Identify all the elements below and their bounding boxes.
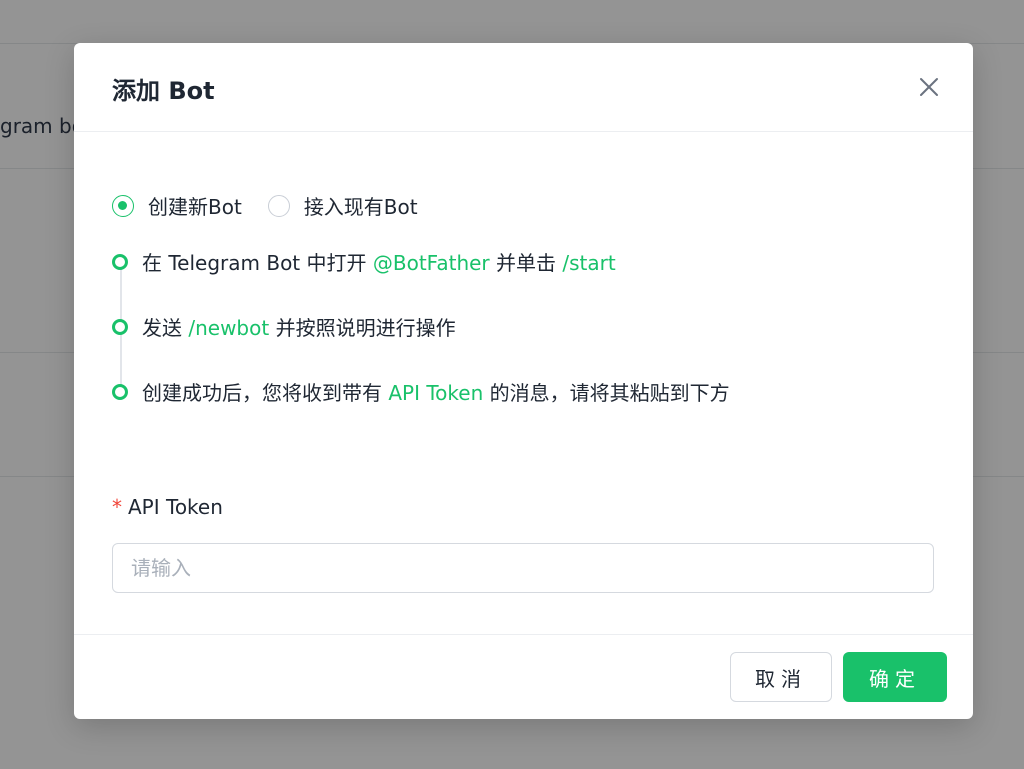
step-dot-icon xyxy=(112,253,128,270)
step-dot-icon xyxy=(112,318,128,335)
step-text: 发送 /newbot 并按照说明进行操作 xyxy=(142,312,456,341)
step-text-part: 在 Telegram Bot 中打开 xyxy=(142,251,373,275)
radio-label: 接入现有Bot xyxy=(303,195,418,219)
step-text: 在 Telegram Bot 中打开 @BotFather 并单击 /start xyxy=(142,247,616,276)
step-item: 在 Telegram Bot 中打开 @BotFather 并单击 /start xyxy=(112,247,616,276)
step-text-part: 的消息，请将其粘贴到下方 xyxy=(483,381,730,405)
radio-connect-existing-bot[interactable]: 接入现有Bot xyxy=(267,191,418,220)
api-token-input[interactable] xyxy=(112,543,934,593)
bot-mode-radio-group: 创建新Bot 接入现有Bot xyxy=(112,191,444,220)
step-text-part: 创建成功后，您将收到带有 xyxy=(142,381,389,405)
step-text-part: 并单击 xyxy=(489,251,563,275)
radio-checked-icon[interactable] xyxy=(112,194,134,217)
radio-unchecked-icon[interactable] xyxy=(267,194,290,217)
dialog-title: 添加 Bot xyxy=(112,77,215,105)
step-item: 创建成功后，您将收到带有 API Token 的消息，请将其粘贴到下方 xyxy=(112,377,730,406)
dialog-header: 添加 Bot xyxy=(74,43,973,132)
botfather-link[interactable]: @BotFather xyxy=(373,251,490,275)
radio-create-new-bot[interactable]: 创建新Bot xyxy=(112,191,242,220)
confirm-button[interactable]: 确定 xyxy=(843,652,947,702)
setup-steps: 在 Telegram Bot 中打开 @BotFather 并单击 /start… xyxy=(112,247,935,447)
newbot-command-text: /newbot xyxy=(188,316,270,340)
step-text: 创建成功后，您将收到带有 API Token 的消息，请将其粘贴到下方 xyxy=(142,377,730,406)
step-dot-icon xyxy=(112,383,128,400)
api-token-label-text: API Token xyxy=(128,495,223,519)
dialog-footer: 取消 确定 xyxy=(74,634,973,719)
cancel-button[interactable]: 取消 xyxy=(730,652,832,702)
radio-label: 创建新Bot xyxy=(148,195,242,219)
start-command-text: /start xyxy=(562,251,616,275)
step-text-part: 发送 xyxy=(142,316,189,340)
step-item: 发送 /newbot 并按照说明进行操作 xyxy=(112,312,456,341)
add-bot-dialog: 添加 Bot 创建新Bot 接入现有Bot 在 Telegram Bot 中打开 xyxy=(74,43,973,719)
required-marker: * xyxy=(112,495,122,519)
close-icon[interactable] xyxy=(915,73,943,101)
api-token-label: * API Token xyxy=(112,495,223,519)
api-token-highlight: API Token xyxy=(388,381,484,405)
step-text-part: 并按照说明进行操作 xyxy=(269,316,456,340)
